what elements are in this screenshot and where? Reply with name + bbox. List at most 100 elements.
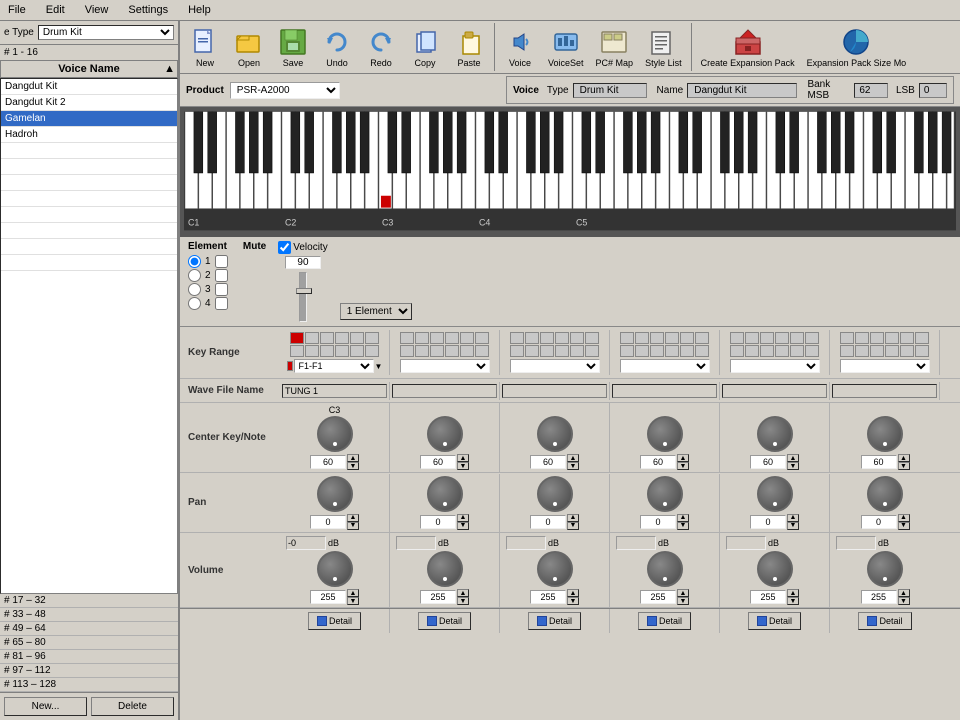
db-input-5[interactable] [726,536,766,550]
group-17-32[interactable]: # 17 – 32 [0,594,178,608]
menu-settings[interactable]: Settings [124,2,172,18]
kr-cell[interactable] [335,332,349,344]
toolbar-voice-button[interactable]: Voice [499,23,541,71]
kr-cell[interactable] [915,345,929,357]
kr-cell[interactable] [350,332,364,344]
toolbar-save-button[interactable]: Save [272,23,314,71]
toolbar-new-button[interactable]: New [184,23,226,71]
element-3-radio[interactable] [188,283,201,296]
kr-cell[interactable] [585,345,599,357]
kr-cell[interactable] [400,332,414,344]
pan-spin-dn-2[interactable]: ▼ [457,522,469,530]
center-key-spin-up-2[interactable]: ▲ [457,454,469,462]
center-key-knob-5[interactable] [757,416,793,452]
kr-cell[interactable] [870,332,884,344]
pan-knob-5[interactable] [757,476,793,512]
center-key-knob-1[interactable] [317,416,353,452]
kr-cell[interactable] [635,345,649,357]
kr-cell[interactable] [870,345,884,357]
kr-cell[interactable] [525,345,539,357]
pan-spin-up-2[interactable]: ▲ [457,514,469,522]
toolbar-redo-button[interactable]: Redo [360,23,402,71]
kr-cell[interactable] [665,332,679,344]
pan-knob-1[interactable] [317,476,353,512]
detail-button-5[interactable]: Detail [748,612,801,630]
element-2-mute[interactable] [215,269,228,282]
wave-input-2[interactable] [392,384,497,398]
kr-cell[interactable] [620,345,634,357]
vol-spin-dn-6[interactable]: ▼ [898,597,910,605]
vol-knob-1[interactable] [317,551,353,587]
detail-button-1[interactable]: Detail [308,612,361,630]
kr-cell[interactable] [805,332,819,344]
detail-button-3[interactable]: Detail [528,612,581,630]
pan-spin-up-3[interactable]: ▲ [567,514,579,522]
kr-cell[interactable] [400,345,414,357]
kr-cell[interactable] [620,332,634,344]
element-1-mute[interactable] [215,255,228,268]
group-81-96[interactable]: # 81 – 96 [0,650,178,664]
center-key-val-3[interactable] [530,455,566,469]
db-input-6[interactable] [836,536,876,550]
vol-spin-dn-2[interactable]: ▼ [457,597,469,605]
key-range-dropdown-6[interactable] [840,359,930,373]
db-input-1[interactable] [286,536,326,550]
vol-val-6[interactable] [861,590,897,604]
vol-val-2[interactable] [420,590,456,604]
group-113-128[interactable]: # 113 – 128 [0,678,178,692]
velocity-slider-thumb[interactable] [296,288,312,294]
element-4-mute[interactable] [215,297,228,310]
kr-cell[interactable] [730,332,744,344]
wave-input-1[interactable] [282,384,387,398]
kr-cell[interactable] [415,345,429,357]
pan-val-2[interactable] [420,515,456,529]
menu-edit[interactable]: Edit [42,2,69,18]
voice-item-1[interactable]: Dangdut Kit [1,79,177,95]
kr-cell[interactable] [680,345,694,357]
vol-spin-dn-1[interactable]: ▼ [347,597,359,605]
kr-cell[interactable] [445,332,459,344]
kr-cell[interactable] [760,345,774,357]
element-4-radio[interactable] [188,297,201,310]
kr-cell[interactable] [570,332,584,344]
kr-cell[interactable] [775,332,789,344]
pan-spin-up-5[interactable]: ▲ [787,514,799,522]
center-key-val-6[interactable] [861,455,897,469]
kr-cell[interactable] [335,345,349,357]
center-key-knob-3[interactable] [537,416,573,452]
kr-cell[interactable] [445,345,459,357]
pan-spin-dn-6[interactable]: ▼ [898,522,910,530]
kr-cell[interactable] [525,332,539,344]
detail-button-4[interactable]: Detail [638,612,691,630]
kr-cell[interactable] [695,332,709,344]
pan-spin-up-1[interactable]: ▲ [347,514,359,522]
toolbar-undo-button[interactable]: Undo [316,23,358,71]
kr-cell[interactable] [730,345,744,357]
center-key-spin-up-5[interactable]: ▲ [787,454,799,462]
piano-keyboard[interactable]: /* piano keys drawn below */ [184,111,956,231]
kr-cell-active[interactable] [290,332,304,344]
element-select[interactable]: 1 Element [340,303,412,320]
kr-cell[interactable] [555,332,569,344]
kr-cell[interactable] [320,345,334,357]
pan-spin-up-6[interactable]: ▲ [898,514,910,522]
delete-button[interactable]: Delete [91,697,174,716]
kr-cell[interactable] [760,332,774,344]
toolbar-paste-button[interactable]: Paste [448,23,490,71]
kr-cell[interactable] [635,332,649,344]
scroll-up-icon[interactable]: ▲ [164,63,175,75]
velocity-checkbox[interactable] [278,241,291,254]
kr-cell[interactable] [745,345,759,357]
vol-spin-up-5[interactable]: ▲ [787,589,799,597]
velocity-value[interactable] [285,256,321,269]
db-input-3[interactable] [506,536,546,550]
vol-spin-up-4[interactable]: ▲ [677,589,689,597]
vol-val-1[interactable] [310,590,346,604]
kr-cell[interactable] [915,332,929,344]
menu-view[interactable]: View [81,2,113,18]
kr-dropdown-arrow[interactable]: ▼ [375,362,383,371]
vol-spin-up-1[interactable]: ▲ [347,589,359,597]
kr-cell[interactable] [430,345,444,357]
kr-cell[interactable] [650,345,664,357]
pan-spin-dn-1[interactable]: ▼ [347,522,359,530]
